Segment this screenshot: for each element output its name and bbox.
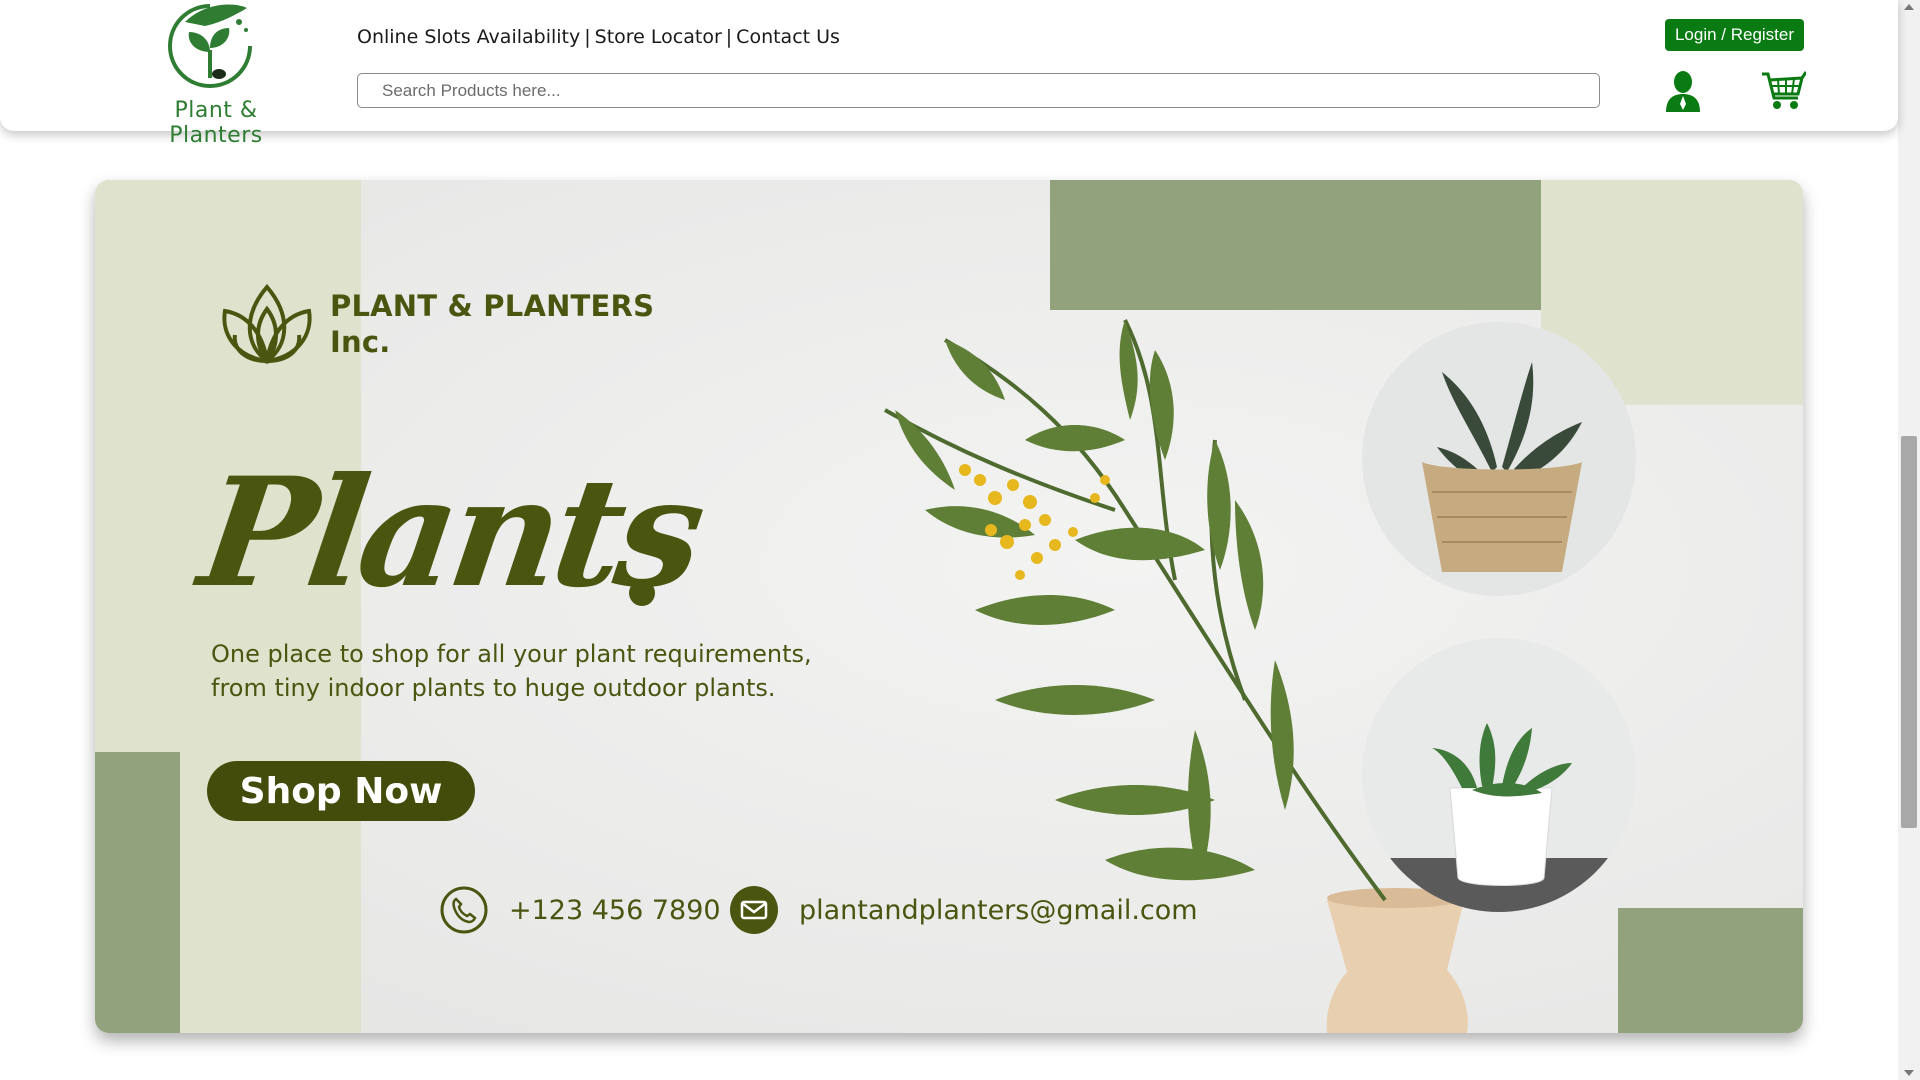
brand-name-line1: PLANT & PLANTERS: [330, 289, 655, 323]
hero-banner[interactable]: PLANT & PLANTERS Inc. Plants One place t…: [95, 180, 1803, 1033]
contact-phone: +123 456 7890: [439, 885, 721, 935]
site-logo[interactable]: Plant & Planters: [120, 0, 302, 148]
nav-separator: |: [584, 26, 591, 48]
scroll-up-arrow-icon[interactable]: [1904, 4, 1914, 10]
search-input[interactable]: [357, 73, 1600, 108]
succulent-pot-photo: [1362, 638, 1636, 912]
phone-number: +123 456 7890: [509, 894, 721, 926]
shop-now-button[interactable]: Shop Now: [207, 761, 475, 821]
login-register-button[interactable]: Login / Register: [1665, 19, 1804, 51]
basket-plant-photo: [1362, 322, 1636, 596]
hero-heading-dot: [629, 580, 655, 606]
tagline-line1: One place to shop for all your plant req…: [211, 640, 812, 668]
logo-text: Plant & Planters: [169, 98, 263, 148]
cart-icon[interactable]: [1760, 70, 1806, 112]
nav-link-store-locator[interactable]: Store Locator: [595, 26, 722, 48]
contact-email: plantandplanters@gmail.com: [729, 885, 1198, 935]
mail-icon: [730, 886, 778, 934]
brand-name-line2: Inc.: [330, 325, 391, 359]
page-scrollbar[interactable]: [1898, 0, 1920, 1080]
nav-separator: |: [725, 26, 733, 48]
scroll-thumb[interactable]: [1901, 436, 1917, 828]
lotus-leaf-icon: [222, 283, 312, 365]
user-icon[interactable]: [1664, 70, 1702, 112]
site-header: Plant & Planters Online Slots Availabili…: [0, 0, 1898, 148]
scroll-down-arrow-icon[interactable]: [1904, 1070, 1914, 1076]
email-address: plantandplanters@gmail.com: [799, 894, 1198, 926]
brand-name: PLANT & PLANTERS Inc.: [330, 288, 654, 360]
top-nav: Online Slots Availability | Store Locator |…: [357, 26, 840, 48]
nav-link-contact-us[interactable]: Contact Us: [736, 26, 840, 48]
plant-seedling-icon: [168, 4, 252, 88]
nav-link-online-slots[interactable]: Online Slots Availability: [357, 26, 580, 48]
tagline-line2: from tiny indoor plants to huge outdoor …: [211, 674, 776, 702]
hero-tagline: One place to shop for all your plant req…: [211, 637, 812, 705]
phone-icon: [440, 886, 488, 934]
